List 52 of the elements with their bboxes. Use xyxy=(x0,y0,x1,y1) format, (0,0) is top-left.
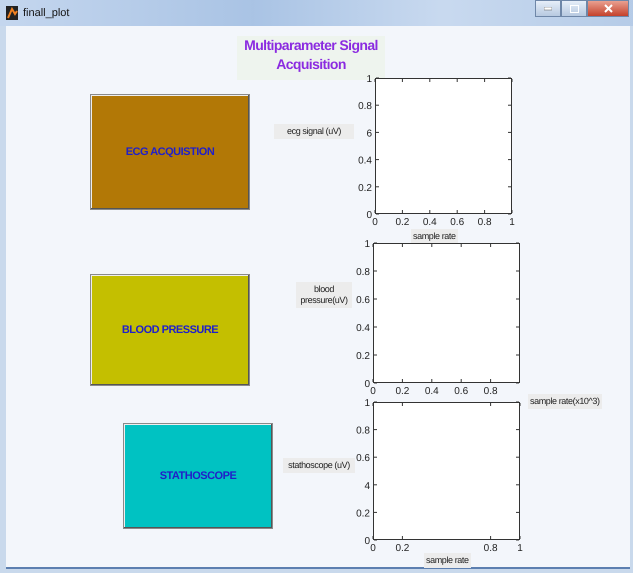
y-tick-label: 0.4 xyxy=(358,156,372,167)
x-axis-label: sample rate xyxy=(424,553,471,568)
acquisition-button[interactable]: ECG ACQUISTION xyxy=(90,94,250,210)
x-tick-label: 0 xyxy=(370,386,376,397)
y-tick-label: 0.6 xyxy=(356,453,370,464)
maximize-button[interactable] xyxy=(561,0,587,17)
x-tick-label: 0.8 xyxy=(484,543,498,554)
x-axis-label: sample rate xyxy=(411,229,458,244)
maximize-icon xyxy=(570,4,578,12)
y-tick-label: 0 xyxy=(366,210,372,221)
y-tick-label: 0 xyxy=(364,536,370,547)
y-tick-label: 0.2 xyxy=(356,351,370,362)
x-axis-label: sample rate(x10^3) xyxy=(528,394,602,409)
x-tick-label: 0.4 xyxy=(424,386,439,397)
minimize-button[interactable] xyxy=(535,0,561,17)
y-tick-label: 0.8 xyxy=(358,101,372,112)
y-tick-label: 1 xyxy=(366,74,372,85)
y-tick-label: 1 xyxy=(364,398,370,409)
title-text: Multiparameter Signal xyxy=(244,36,378,55)
y-tick-label: 0.2 xyxy=(358,182,372,194)
window-title: finall_plot xyxy=(23,7,70,19)
x-tick-label: 0.2 xyxy=(395,217,410,228)
acquisition-button[interactable]: BLOOD PRESSURE xyxy=(90,274,250,386)
x-tick-label: 0.2 xyxy=(395,386,410,397)
x-tick-label: 0.4 xyxy=(422,217,437,228)
x-tick-label: 0 xyxy=(372,217,378,228)
x-tick-label: 0.8 xyxy=(484,386,498,397)
x-tick-label: 0 xyxy=(370,543,376,554)
y-tick-label: 0.8 xyxy=(356,426,370,437)
y-axis-label: stathoscope (uV) xyxy=(283,458,355,473)
y-axis-label: blood pressure(uV) xyxy=(296,282,352,308)
x-tick-label: 0.8 xyxy=(478,217,492,228)
y-tick-label: 1 xyxy=(364,239,370,250)
y-tick-label: 0.2 xyxy=(356,508,370,520)
x-tick-label: 1 xyxy=(517,543,523,554)
x-tick-label: 1 xyxy=(509,217,515,228)
y-tick-label: 4 xyxy=(364,480,370,492)
title-text: Acquisition xyxy=(276,55,346,74)
x-tick-label: 0.2 xyxy=(395,543,410,554)
y-tick-label: 0 xyxy=(364,379,370,390)
y-tick-label: 0.8 xyxy=(356,267,370,278)
y-tick-label: 0.4 xyxy=(356,323,370,334)
x-tick-label: 0.6 xyxy=(450,217,464,228)
acquisition-button[interactable]: STATHOSCOPE xyxy=(123,423,273,529)
y-tick-label: 6 xyxy=(366,128,372,140)
y-tick-label: 0.6 xyxy=(356,295,370,306)
app-icon xyxy=(6,6,18,20)
minimize-icon xyxy=(544,6,552,10)
y-axis-label: ecg signal (uV) xyxy=(274,124,354,139)
x-tick-label: 0.6 xyxy=(454,386,468,397)
close-icon xyxy=(604,4,612,13)
close-button[interactable] xyxy=(587,0,629,17)
